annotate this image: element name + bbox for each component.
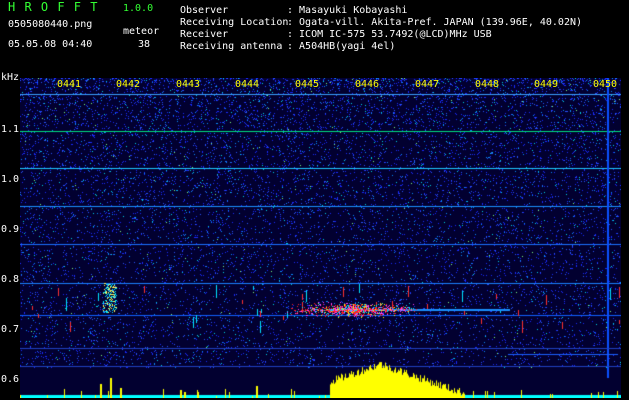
observer-value: : Masayuki Kobayashi [287,5,408,16]
receiver-label: Receiver [180,29,229,40]
y-tick-0-6: 0.6 [1,374,20,385]
meteor-label: meteor [123,26,160,37]
y-tick-0-8: 0.8 [1,274,20,285]
y-tick-0-9: 0.9 [1,224,20,235]
time-tick-0442: 0442 [116,79,141,90]
time-tick-0443: 0443 [176,79,201,90]
antenna-value: : A504HB(yagi 4el) [287,41,396,52]
time-tick-0444: 0444 [235,79,260,90]
app-version: 1.0.0 [123,3,154,14]
filename-label: 0505080440.png [8,19,93,30]
meteor-count: 38 [138,39,151,50]
y-axis-unit: kHz [1,72,20,83]
antenna-label: Receiving antenna [180,41,283,52]
time-tick-0447: 0447 [415,79,440,90]
location-label: Receiving Location [180,17,289,28]
time-tick-0450: 0450 [593,79,618,90]
app-title: H R O F F T [8,0,99,14]
receiver-value: : ICOM IC-575 53.7492(@LCD)MHz USB [287,29,492,40]
y-tick-1-0: 1.0 [1,174,20,185]
time-tick-0445: 0445 [295,79,320,90]
time-tick-0449: 0449 [534,79,559,90]
spectrogram-panel [20,78,621,398]
time-tick-0441: 0441 [57,79,82,90]
y-tick-1-1: 1.1 [1,124,20,135]
location-value: : Ogata-vill. Akita-Pref. JAPAN (139.96E… [287,17,583,28]
y-tick-0-7: 0.7 [1,324,20,335]
time-tick-0448: 0448 [475,79,500,90]
spectrogram-canvas [20,78,621,398]
observer-label: Observer [180,5,229,16]
datetime-label: 05.05.08 04:40 [8,39,93,50]
time-tick-0446: 0446 [355,79,380,90]
